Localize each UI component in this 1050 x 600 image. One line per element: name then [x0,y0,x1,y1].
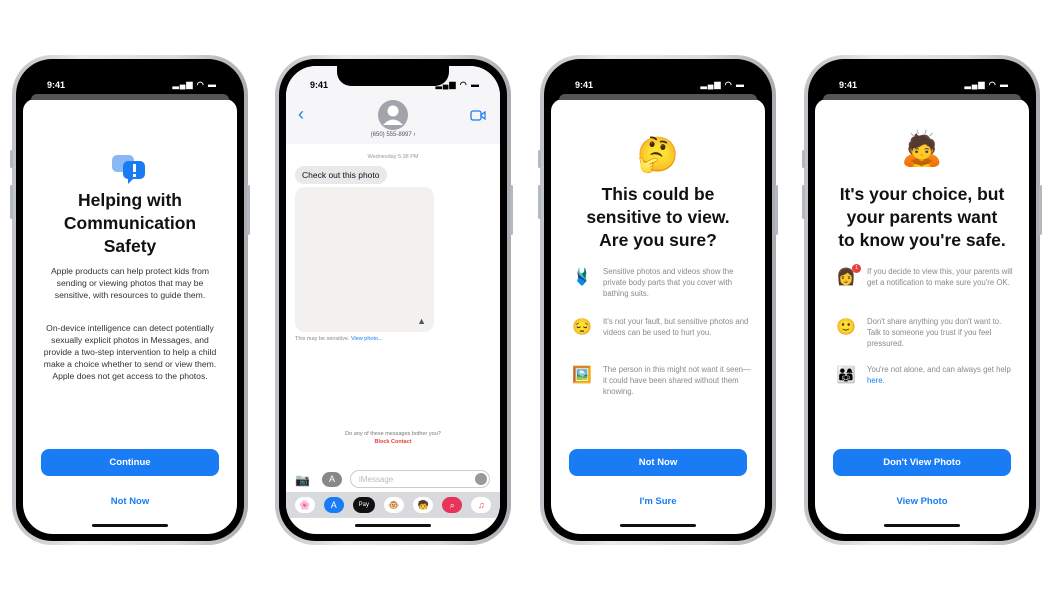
sensitive-caption: This may be sensitive. View photo... [295,336,383,342]
parent-memoji-icon: 👩 1 [833,264,861,287]
status-time: 9:41 [47,80,66,90]
chat-bubbles-exclamation-icon [23,153,237,190]
search-app-icon[interactable]: ⌕ [442,497,463,513]
phone-parent-notification: 9:41 ▂▄▆ ◠ ▬ 🙇 It's your choice, but your … [802,55,1042,545]
not-now-button[interactable]: Not Now [23,496,237,507]
swimsuit-icon: 🩱 [572,269,592,286]
info-item: 👩 1 If you decide to view this, your paren… [833,264,1015,289]
im-sure-button[interactable]: I'm Sure [551,496,765,507]
contact-number[interactable]: (650) 555-8997 › [286,132,500,138]
info-item: 👨‍👩‍👧 You're not alone, and can always ge… [833,365,1015,387]
description-1: Apple products can help protect kids fro… [50,266,210,300]
page-title: This could be sensitive to view. Are you s… [586,184,730,250]
app-store-icon[interactable]: A [322,472,342,487]
pensive-face-icon: 😔 [572,319,592,336]
onboarding-sheet: Helping with Communication Safety Apple pr… [23,94,237,534]
status-bar: 9:41 ▂▄▆ ◠ ▬ [286,80,500,94]
contact-avatar[interactable] [286,100,500,135]
status-bar: 9:41 ▂▄▆ ◠ ▬ [815,80,1029,94]
continue-button[interactable]: Continue [41,449,219,476]
bother-prompt: Do any of these messages bother you? [345,431,441,437]
thinking-face-icon: 🤔 [636,136,680,174]
framed-picture-icon: 🖼️ [572,367,592,384]
status-time: 9:41 [575,80,594,90]
sharing-memoji-icon: 🙂 [836,319,856,336]
signal-wifi-battery-icon: ▂▄▆ ◠ ▬ [700,80,745,89]
info-item: 🩱 Sensitive photos and videos show the pr… [569,267,751,299]
memoji-app-icon[interactable]: 🐵 [383,497,404,513]
audio-record-icon[interactable] [475,473,487,485]
home-indicator [92,524,168,527]
message-input[interactable]: iMessage [350,470,490,488]
info-item: 🙂 Don't share anything you don't want to.… [833,317,1015,349]
status-bar: 9:41 ▂▄▆ ◠ ▬ [551,80,765,94]
view-photo-link[interactable]: View photo... [351,336,383,342]
family-icon: 👨‍👩‍👧 [836,367,856,384]
message-bubble: Check out this photo [295,166,387,184]
camera-icon[interactable]: 📷 [295,473,310,487]
app-store-app-icon[interactable]: A [323,497,344,513]
warning-sheet: 🤔 This could be sensitive to view. Are you… [551,94,765,534]
phone-communication-safety: 9:41 ▂▄▆ ◠ ▬ Helping with Communication Saf… [10,55,250,545]
apple-pay-app-icon[interactable]: Pay [352,497,375,513]
notification-badge: 1 [852,264,861,273]
info-item: 😔 It's not your fault, but sensitive phot… [569,317,751,339]
app-drawer: 🌸 A Pay 🐵 🧒 ⌕ ♫ [286,492,500,518]
status-time: 9:41 [839,80,858,90]
choice-sheet: 🙇 It's your choice, but your parents want… [815,94,1029,534]
home-indicator [355,524,431,527]
dont-view-photo-button[interactable]: Don't View Photo [833,449,1011,476]
info-item: 🖼️ The person in this might not want it s… [569,365,751,397]
description-2: On-device intelligence can detect potent… [43,323,217,381]
home-indicator [884,524,960,527]
home-indicator [620,524,696,527]
blurred-photo[interactable]: ▲ [295,187,434,332]
status-time: 9:41 [310,80,329,90]
memoji-stickers-app-icon[interactable]: 🧒 [413,497,434,513]
help-here-link[interactable]: here. [867,376,885,385]
signal-wifi-battery-icon: ▂▄▆ ◠ ▬ [172,80,217,89]
message-timestamp: Wednesday 5:38 PM [367,154,419,160]
signal-wifi-battery-icon: ▂▄▆ ◠ ▬ [435,80,480,89]
music-app-icon[interactable]: ♫ [471,497,492,513]
block-contact-link[interactable]: Block Contact [286,439,500,445]
view-photo-button[interactable]: View Photo [815,496,1029,507]
person-bowing-icon: 🙇 [900,130,944,168]
page-title: Helping with Communication Safety [63,190,197,256]
photos-app-icon[interactable]: 🌸 [294,497,315,513]
warning-icon: ▲ [417,316,426,326]
phone-sensitive-warning: 9:41 ▂▄▆ ◠ ▬ 🤔 This could be sensitive to … [538,55,778,545]
phone-messages: 9:41 ▂▄▆ ◠ ▬ ‹ (650) 555-8997 › Wednesday… [275,55,513,545]
status-bar: 9:41 ▂▄▆ ◠ ▬ [23,80,237,94]
signal-wifi-battery-icon: ▂▄▆ ◠ ▬ [964,80,1009,89]
not-now-button[interactable]: Not Now [569,449,747,476]
page-title: It's your choice, but your parents want to… [838,184,1006,250]
